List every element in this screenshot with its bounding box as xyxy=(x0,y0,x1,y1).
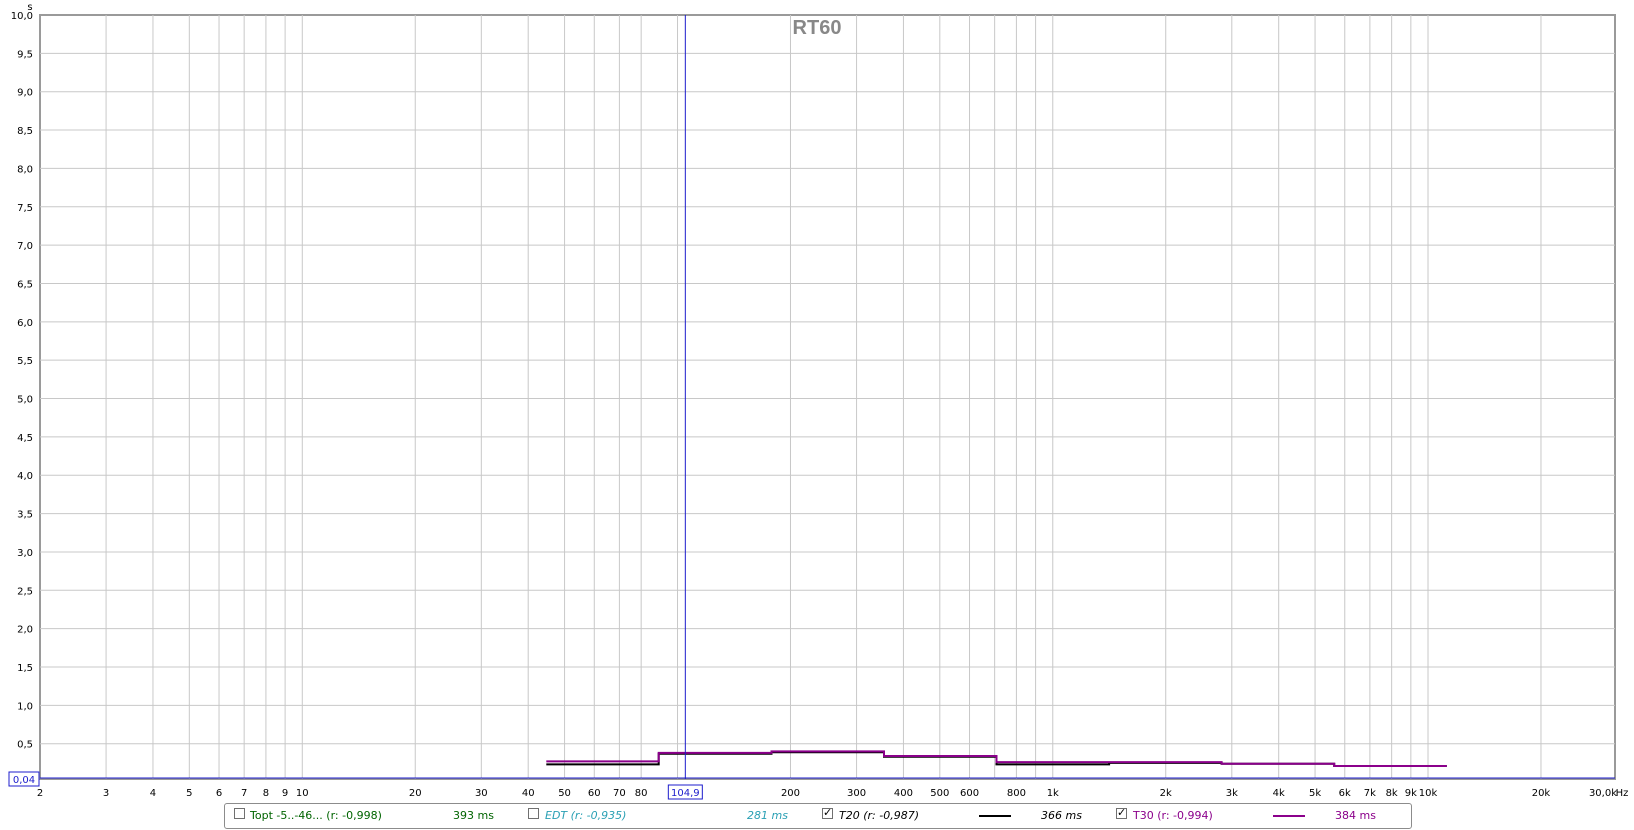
y-tick-label: 0,5 xyxy=(17,740,33,751)
x-tick-label: 3k xyxy=(1226,788,1238,799)
x-tick-label: 30 xyxy=(475,788,488,799)
y-tick-label: 8,0 xyxy=(17,164,33,175)
y-axis-labels: 10,09,59,08,58,07,57,06,56,05,55,04,54,0… xyxy=(11,11,33,751)
x-tick-label: 20k xyxy=(1532,788,1551,799)
x-tick-label: 70 xyxy=(613,788,626,799)
x-tick-label: 2k xyxy=(1160,788,1172,799)
x-tick-label: 4k xyxy=(1273,788,1285,799)
y-tick-label: 5,0 xyxy=(17,395,33,406)
x-tick-label: 8k xyxy=(1386,788,1398,799)
legend: Topt -5..-46... (r: -0,998) 393 ms EDT (… xyxy=(224,803,1412,829)
x-tick-label: 8 xyxy=(263,788,269,799)
y-tick-label: 4,0 xyxy=(17,471,33,482)
x-tick-label: 50 xyxy=(558,788,571,799)
x-tick-label: 6k xyxy=(1339,788,1351,799)
x-tick-label: 400 xyxy=(894,788,913,799)
x-tick-label: 300 xyxy=(847,788,866,799)
t30-check-mark: ✓ xyxy=(1117,806,1127,819)
t20-check-mark: ✓ xyxy=(823,806,833,819)
t20-label: T20 (r: -0,987) xyxy=(839,809,919,822)
y-tick-label: 6,5 xyxy=(17,279,33,290)
x-tick-label: 200 xyxy=(781,788,800,799)
y-tick-label: 7,0 xyxy=(17,241,33,252)
rt60-chart: 10,09,59,08,58,07,57,06,56,05,55,04,54,0… xyxy=(8,2,1629,800)
x-axis-labels: 2 3 4 5 6 7 8 9 10 20 30 40 50 60 70 80 200 300 400 500 600 8… xyxy=(37,788,1617,799)
y-tick-label: 9,5 xyxy=(17,49,33,60)
cursor-y-readout: 0,04 xyxy=(13,775,35,786)
x-tick-label: 30,0k xyxy=(1589,788,1617,799)
t30-checkbox[interactable]: ✓ xyxy=(1116,806,1127,819)
topt-value: 393 ms xyxy=(453,809,494,822)
x-tick-label: 20 xyxy=(409,788,422,799)
y-tick-label: 1,5 xyxy=(17,663,33,674)
x-tick-label: 10 xyxy=(296,788,309,799)
y-tick-label: 3,0 xyxy=(17,548,33,559)
edt-checkbox[interactable] xyxy=(528,808,539,819)
x-tick-label: 800 xyxy=(1007,788,1026,799)
x-tick-label: 80 xyxy=(635,788,648,799)
y-tick-label: 7,5 xyxy=(17,203,33,214)
edt-label: EDT (r: -0,935) xyxy=(545,809,627,822)
x-tick-label: 60 xyxy=(588,788,601,799)
t20-value: 366 ms xyxy=(1041,809,1082,822)
x-tick-label: 7 xyxy=(241,788,247,799)
x-tick-label: 3 xyxy=(103,788,109,799)
x-tick-label: 600 xyxy=(960,788,979,799)
chart-title: RT60 xyxy=(793,17,842,39)
y-tick-label: 3,5 xyxy=(17,510,33,521)
t20-checkbox[interactable]: ✓ xyxy=(822,806,833,819)
x-tick-label: 40 xyxy=(522,788,535,799)
y-tick-label: 4,5 xyxy=(17,433,33,444)
x-tick-label: 7k xyxy=(1364,788,1376,799)
y-tick-label: 8,5 xyxy=(17,126,33,137)
y-unit-label: s xyxy=(27,2,32,13)
x-tick-label: 5 xyxy=(186,788,192,799)
t30-swatch xyxy=(1273,815,1305,817)
edt-value: 281 ms xyxy=(747,809,788,822)
y-tick-label: 2,0 xyxy=(17,625,33,636)
x-tick-label: 6 xyxy=(216,788,222,799)
y-tick-label: 1,0 xyxy=(17,701,33,712)
x-tick-label: 500 xyxy=(930,788,949,799)
y-tick-label: 5,5 xyxy=(17,356,33,367)
cursor-x-readout: 104,9 xyxy=(671,788,700,799)
t30-value: 384 ms xyxy=(1335,809,1376,822)
x-tick-label: 1k xyxy=(1047,788,1059,799)
t30-label: T30 (r: -0,994) xyxy=(1133,809,1213,822)
topt-checkbox[interactable] xyxy=(234,808,245,819)
x-tick-label: 9 xyxy=(282,788,288,799)
x-tick-label: 4 xyxy=(150,788,156,799)
x-unit-label: Hz xyxy=(1616,788,1629,799)
x-tick-label: 9k xyxy=(1405,788,1417,799)
x-tick-label: 5k xyxy=(1309,788,1321,799)
y-tick-label: 6,0 xyxy=(17,318,33,329)
x-tick-label: 10k xyxy=(1419,788,1438,799)
y-tick-label: 9,0 xyxy=(17,88,33,99)
t20-swatch xyxy=(979,815,1011,817)
x-tick-label: 2 xyxy=(37,788,43,799)
y-tick-label: 2,5 xyxy=(17,586,33,597)
topt-label: Topt -5..-46... (r: -0,998) xyxy=(250,809,382,822)
